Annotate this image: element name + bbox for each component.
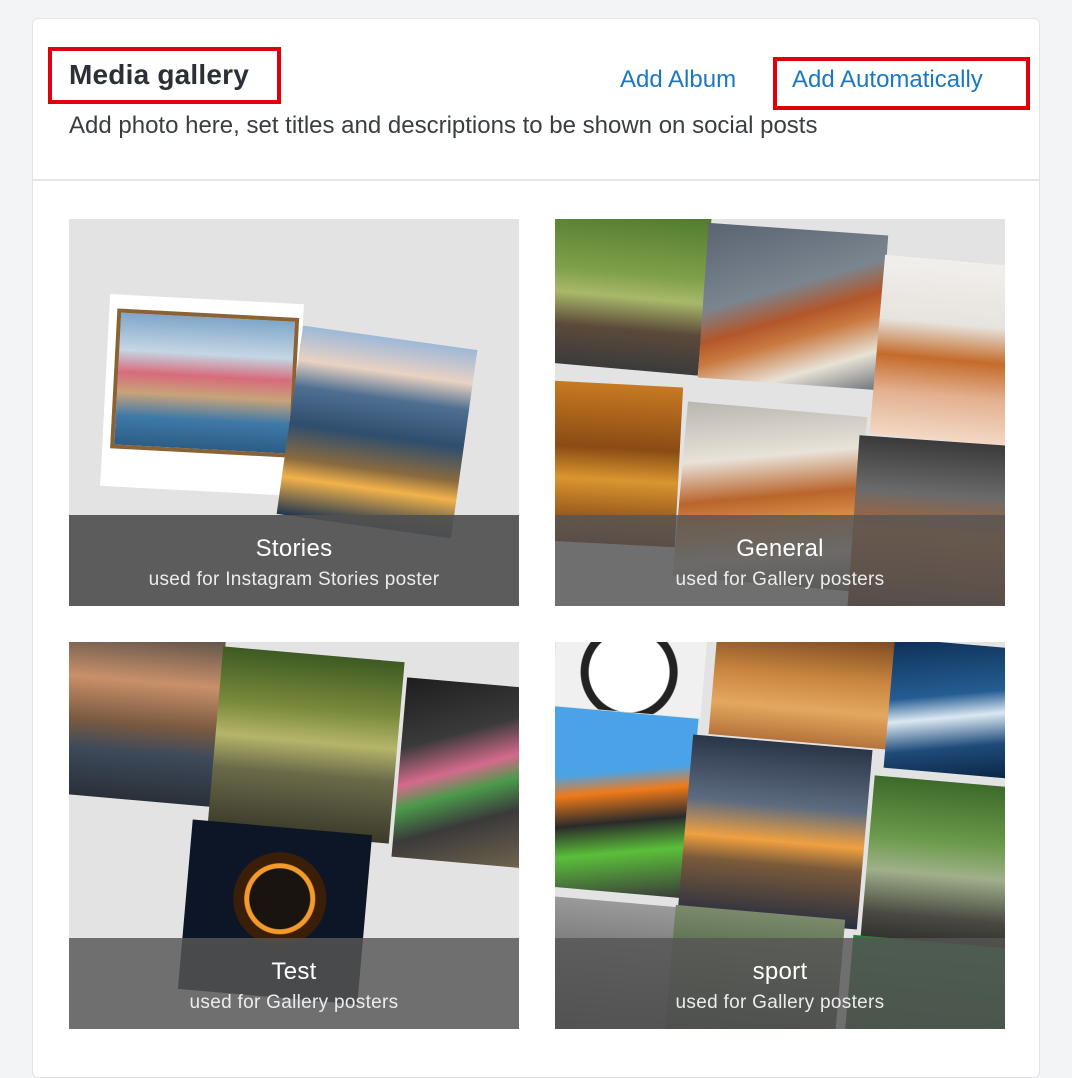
album-description: used for Gallery posters [675,992,885,1013]
album-thumbnail-photo [708,642,898,750]
album-thumbnail-photo [697,222,889,391]
album-name: sport [752,958,808,985]
album-caption: General used for Gallery posters [555,515,1005,606]
album-description: used for Gallery posters [189,992,399,1013]
title-highlight-box [48,47,281,104]
album-card-stories[interactable]: Stories used for Instagram Stories poste… [69,219,519,606]
add-automatically-highlight-box [773,57,1030,110]
album-thumbnail-photo [69,642,227,807]
album-description: used for Instagram Stories poster [148,569,440,590]
album-name: Test [271,958,317,985]
album-name: Stories [255,535,333,562]
album-thumbnail-photo [883,642,1005,780]
album-card-general[interactable]: General used for Gallery posters [555,219,1005,606]
album-thumbnail-photo [100,294,304,496]
album-card-test[interactable]: Test used for Gallery posters [69,642,519,1029]
album-caption: Stories used for Instagram Stories poste… [69,515,519,606]
page-subtitle: Add photo here, set titles and descripti… [69,112,818,139]
card-header: Media gallery Add Album Add Automaticall… [33,19,1039,181]
album-thumbnail-photo [555,219,712,376]
album-thumbnail-photo [859,775,1005,959]
album-caption: sport used for Gallery posters [555,938,1005,1029]
add-album-link[interactable]: Add Album [620,66,736,94]
album-thumbnail-photo [869,254,1005,448]
album-thumbnail-photo [276,325,478,539]
album-thumbnail-photo [555,642,710,719]
album-thumbnail-photo [677,734,873,930]
album-thumbnail-photo [391,677,519,871]
album-name: General [736,535,824,562]
album-caption: Test used for Gallery posters [69,938,519,1029]
album-card-sport[interactable]: sport used for Gallery posters [555,642,1005,1029]
media-gallery-card: Media gallery Add Album Add Automaticall… [32,18,1040,1078]
album-thumbnail-photo [207,646,405,844]
album-description: used for Gallery posters [675,569,885,590]
album-thumbnail-photo [555,705,699,899]
